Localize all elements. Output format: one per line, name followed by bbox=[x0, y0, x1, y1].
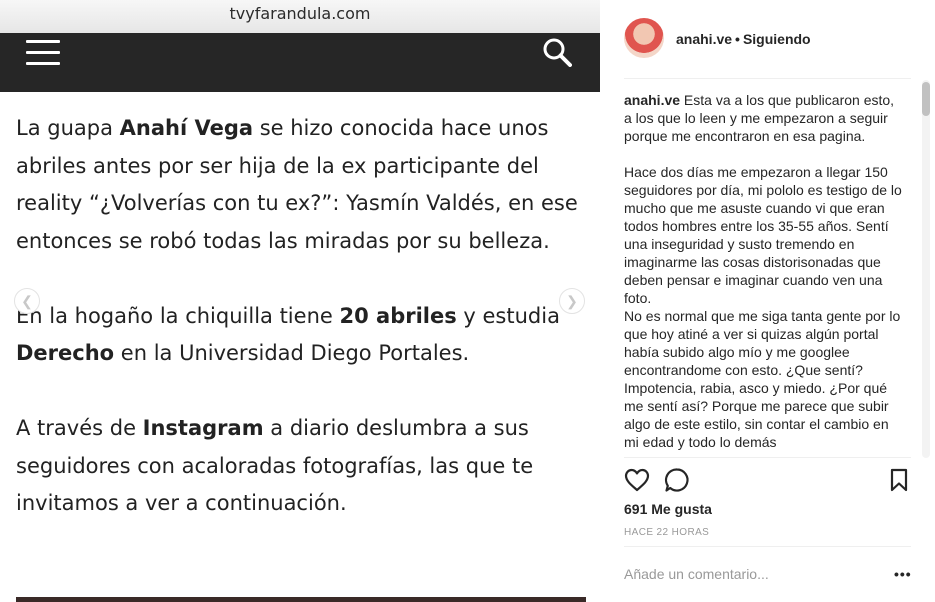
divider bbox=[624, 457, 911, 458]
heart-icon[interactable] bbox=[624, 468, 650, 492]
carousel-prev-icon[interactable]: ❮ bbox=[14, 288, 40, 314]
caption-paragraph: Hace dos días me empezaron a llegar 150 … bbox=[624, 164, 902, 306]
divider bbox=[624, 546, 911, 547]
comment-icon[interactable] bbox=[664, 467, 690, 493]
instagram-panel: anahi.ve • Siguiendo anahi.ve Esta va a lo… bbox=[600, 0, 935, 602]
post-timestamp[interactable]: HACE 22 HORAS bbox=[624, 527, 709, 538]
username-link[interactable]: anahi.ve bbox=[676, 31, 732, 47]
scrollbar-thumb[interactable] bbox=[922, 82, 930, 116]
text-run: En la hogaño la chiquilla tiene bbox=[16, 303, 340, 328]
post-caption: anahi.ve Esta va a los que publicaron es… bbox=[624, 91, 904, 457]
article-body: La guapa Anahí Vega se hizo conocida hac… bbox=[16, 110, 586, 560]
article-paragraph: En la hogaño la chiquilla tiene 20 abril… bbox=[16, 298, 586, 373]
bold-degree: Derecho bbox=[16, 341, 115, 365]
url-text[interactable]: tvyfarandula.com bbox=[230, 4, 371, 23]
caption-username-link[interactable]: anahi.ve bbox=[624, 92, 680, 108]
likes-count[interactable]: 691 Me gusta bbox=[624, 501, 712, 517]
post-header: anahi.ve • Siguiendo bbox=[600, 0, 935, 78]
separator-dot: • bbox=[735, 31, 740, 47]
more-options-icon[interactable]: ••• bbox=[894, 566, 912, 582]
caption-intro: anahi.ve Esta va a los que publicaron es… bbox=[624, 91, 904, 145]
bookmark-icon[interactable] bbox=[889, 468, 909, 492]
article-paragraph: La guapa Anahí Vega se hizo conocida hac… bbox=[16, 110, 586, 260]
text-run: A través de bbox=[16, 416, 143, 440]
article-paragraph: A través de Instagram a diario deslumbra… bbox=[16, 410, 586, 523]
bold-age: 20 abriles bbox=[339, 303, 457, 328]
article-image-edge bbox=[16, 597, 586, 602]
hamburger-menu-icon[interactable] bbox=[26, 40, 60, 70]
carousel-next-icon[interactable]: ❯ bbox=[559, 288, 585, 314]
bold-name: Anahí Vega bbox=[119, 116, 254, 140]
caption-paragraph: No es normal que me siga tanta gente por… bbox=[624, 308, 901, 450]
text-run: La guapa bbox=[16, 116, 120, 140]
site-navbar bbox=[0, 33, 600, 92]
browser-page: tvyfarandula.com La guapa Anahí Vega se … bbox=[0, 0, 600, 602]
follow-status-button[interactable]: Siguiendo bbox=[743, 31, 811, 47]
post-author: anahi.ve • Siguiendo bbox=[676, 31, 811, 47]
avatar[interactable] bbox=[624, 18, 664, 58]
comment-input[interactable]: Añade un comentario... bbox=[624, 566, 769, 582]
divider bbox=[624, 78, 911, 79]
bold-platform: Instagram bbox=[142, 416, 264, 440]
search-icon[interactable] bbox=[542, 37, 572, 67]
caption-scrollbar[interactable] bbox=[922, 80, 930, 458]
text-run: en la Universidad Diego Portales. bbox=[114, 341, 470, 365]
url-bar[interactable]: tvyfarandula.com bbox=[0, 0, 600, 33]
text-run: y estudia bbox=[456, 303, 560, 328]
